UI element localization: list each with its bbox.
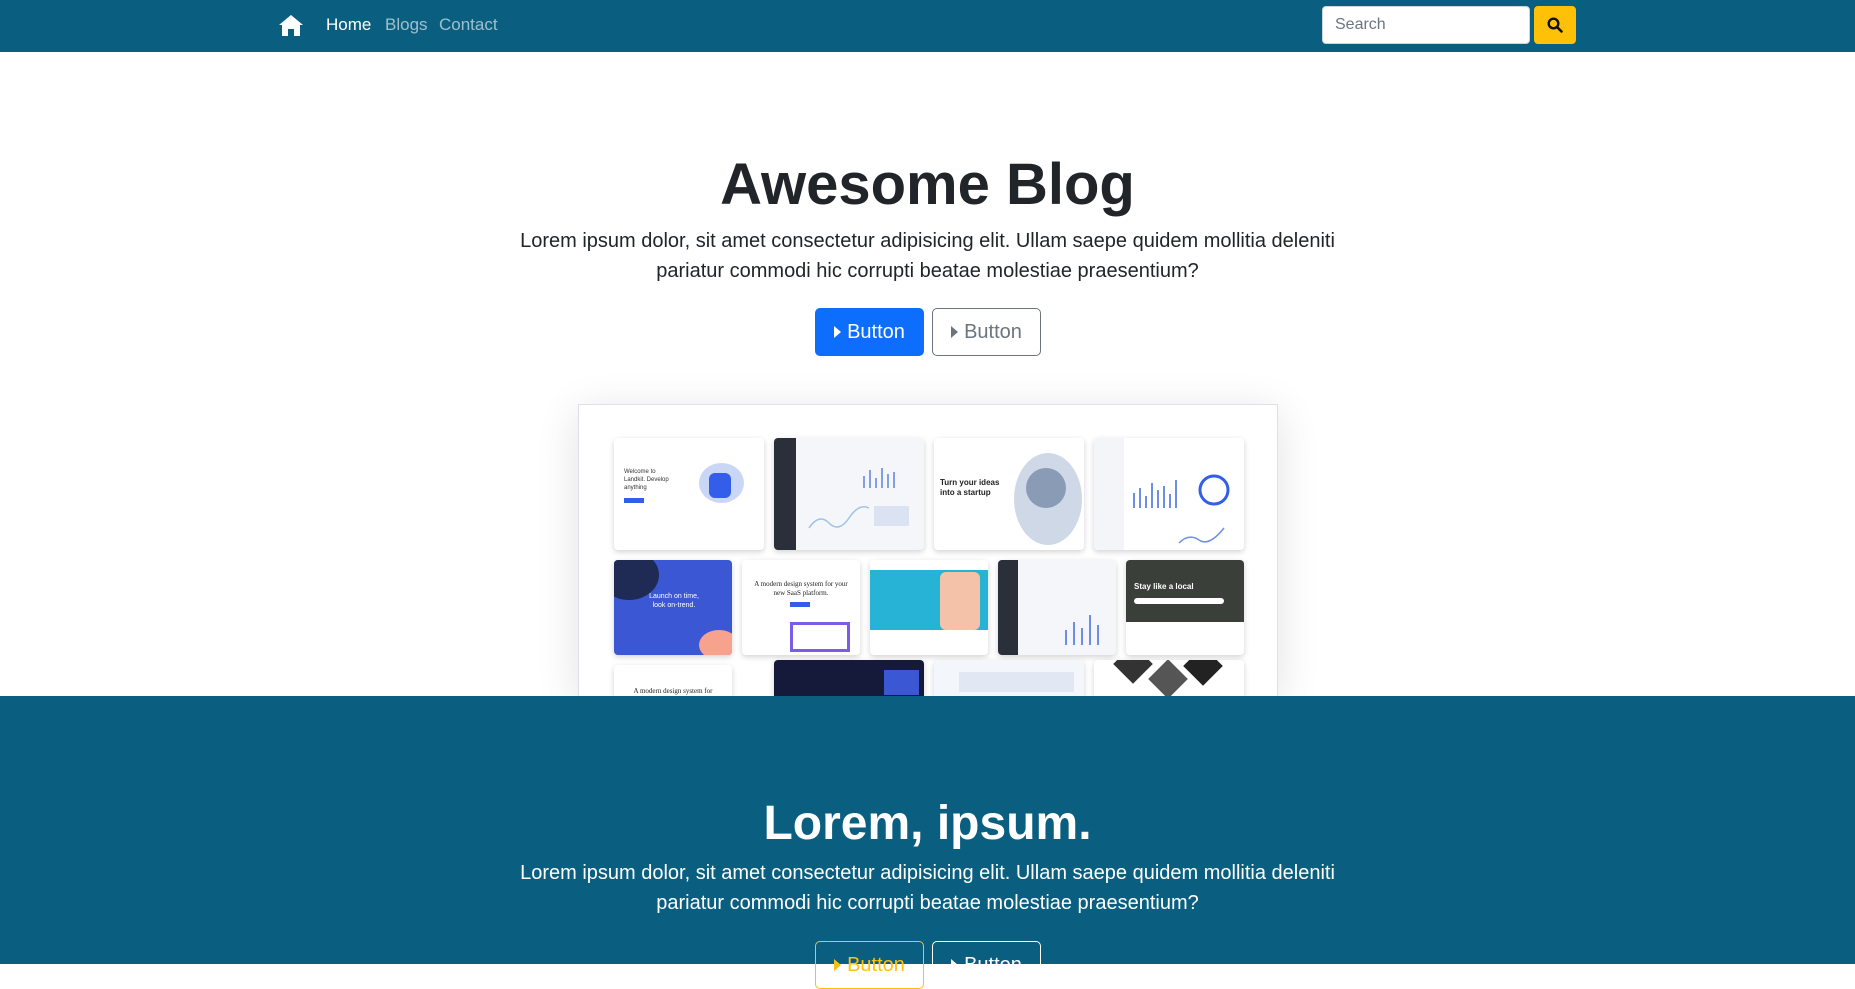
thumb-design-system-2: A modern design system for <box>614 665 732 696</box>
nav-link-contact[interactable]: Contact <box>439 15 498 35</box>
section-light-button[interactable]: Button <box>932 941 1041 989</box>
hero-primary-button[interactable]: Button <box>815 308 924 356</box>
nav-link-home[interactable]: Home <box>326 15 371 35</box>
nav-link-blogs[interactable]: Blogs <box>385 15 428 35</box>
thumb-dashboard-dark <box>774 438 924 550</box>
thumb-analytics <box>1094 438 1244 550</box>
feature-section: Lorem, ipsum. Lorem ipsum dolor, sit ame… <box>0 696 1855 989</box>
thumb-launch: Launch on time, look on-trend. <box>614 560 732 655</box>
search-input[interactable] <box>1322 6 1530 44</box>
section-warning-button-label: Button <box>847 953 905 976</box>
section-warning-button[interactable]: Button <box>815 941 924 989</box>
home-icon[interactable] <box>278 13 304 37</box>
thumb-photo-grid <box>1094 660 1244 696</box>
play-icon <box>951 959 959 971</box>
navbar: Home Blogs Contact <box>0 0 1855 52</box>
play-icon <box>951 326 959 338</box>
thumb-landing-blue <box>870 560 988 655</box>
thumb-dark-landing <box>774 660 924 696</box>
thumb-admin-dark <box>998 560 1116 655</box>
hero-description: Lorem ipsum dolor, sit amet consectetur … <box>520 230 1335 282</box>
search-button[interactable] <box>1534 6 1576 44</box>
search-icon <box>1547 17 1563 33</box>
thumb-landkit: Welcome to Landkit. Develop anything <box>614 438 764 550</box>
play-icon <box>834 326 842 338</box>
hero-preview-image: Welcome to Landkit. Develop anything Tur… <box>578 404 1278 696</box>
section-description: Lorem ipsum dolor, sit amet consectetur … <box>520 862 1335 914</box>
hero-secondary-button-label: Button <box>964 320 1022 343</box>
thumb-startup: Turn your ideas into a startup <box>934 438 1084 550</box>
section-title: Lorem, ipsum. <box>763 797 1092 850</box>
section-light-button-label: Button <box>964 953 1022 976</box>
hero-secondary-button[interactable]: Button <box>932 308 1041 356</box>
thumb-design-system: A modern design system for your new SaaS… <box>742 560 860 655</box>
hero-title: Awesome Blog <box>720 152 1135 217</box>
hero-primary-button-label: Button <box>847 320 905 343</box>
thumb-stay-local: Stay like a local <box>1126 560 1244 655</box>
play-icon <box>834 959 842 971</box>
thumb-dashboard-light <box>934 660 1084 696</box>
